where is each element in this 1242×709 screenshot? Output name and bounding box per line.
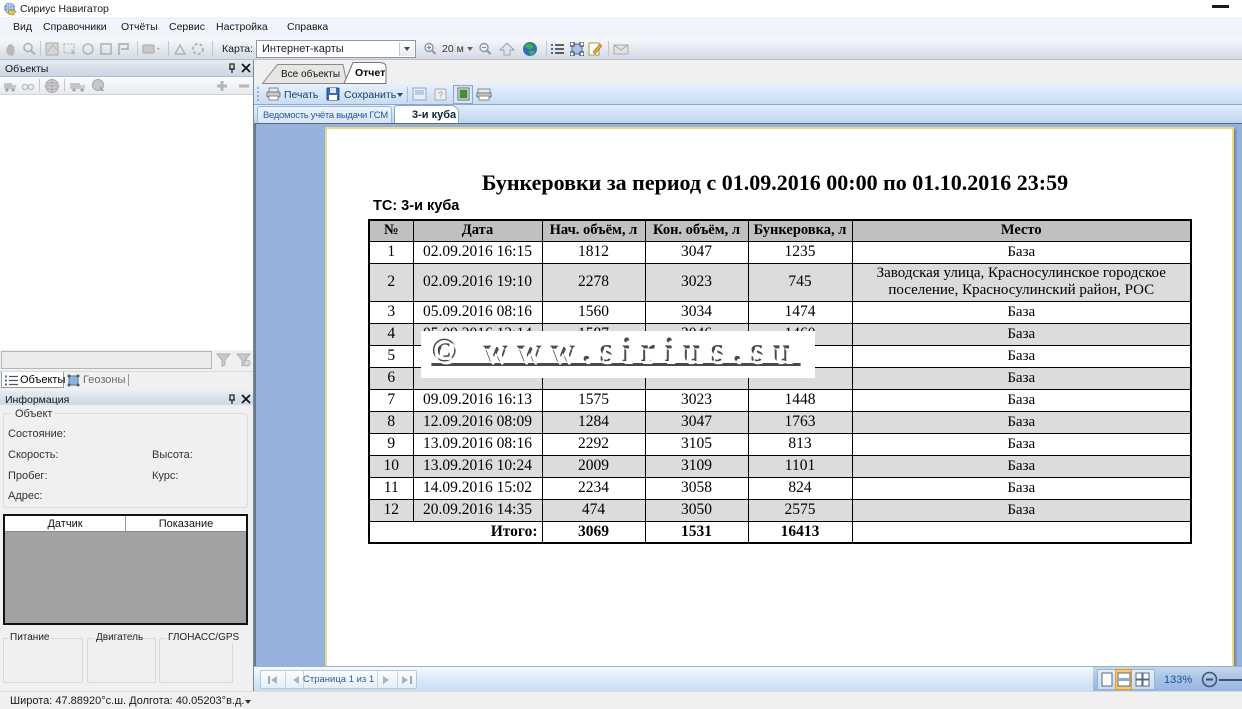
svg-text:?: ? <box>438 90 443 100</box>
